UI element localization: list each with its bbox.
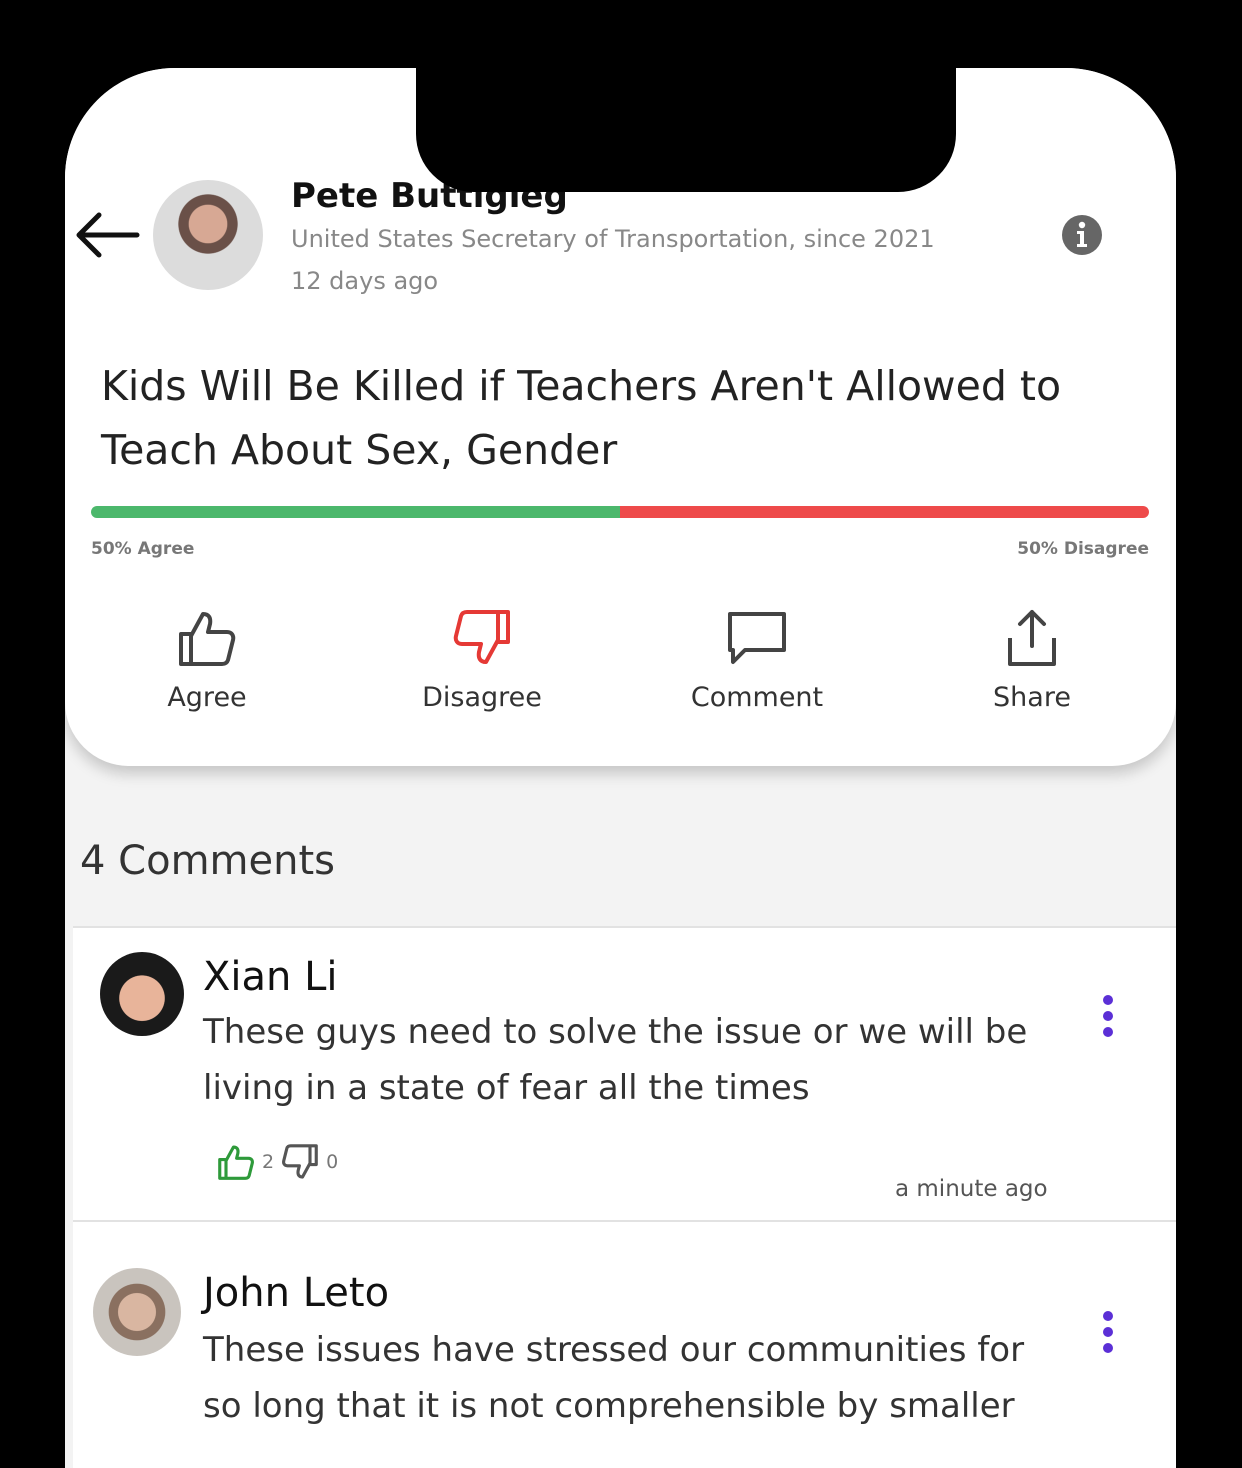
post-time: 12 days ago [291,267,439,295]
comment-item: Xian Li These guys need to solve the iss… [73,928,1176,1220]
comment-item: John Leto These issues have stressed our… [73,1222,1176,1468]
commenter-avatar[interactable] [93,1268,181,1356]
disagree-fill [620,506,1149,518]
post-headline: Kids Will Be Killed if Teachers Aren't A… [101,362,1062,474]
author-avatar[interactable] [153,180,263,290]
thumbs-down-icon[interactable] [280,1142,320,1182]
thumbs-down-icon [453,610,510,664]
dislike-count: 0 [326,1151,339,1173]
disagree-percent: 50% Disagree [1017,539,1149,559]
comment-text: These guys need to solve the issue or we… [203,1012,1028,1108]
info-icon[interactable] [1061,214,1103,256]
more-vertical-icon[interactable] [1101,994,1115,1038]
comment-button[interactable]: Comment [667,606,847,713]
comment-votes: 2 0 [216,1142,338,1182]
author-title: United States Secretary of Transportatio… [291,225,935,253]
commenter-name[interactable]: John Leto [203,1270,389,1316]
comments-count-title: 4 Comments [80,838,335,884]
back-arrow-icon[interactable] [71,210,141,260]
disagree-button[interactable]: Disagree [392,606,572,713]
commenter-avatar[interactable] [100,952,184,1036]
agree-fill [91,506,620,518]
share-label: Share [993,682,1071,713]
comment-text: These issues have stressed our communiti… [203,1330,1025,1426]
agree-label: Agree [167,682,247,713]
agree-button[interactable]: Agree [117,606,297,713]
more-vertical-icon[interactable] [1101,1310,1115,1354]
disagree-label: Disagree [422,682,542,713]
comment-time: a minute ago [895,1176,1048,1202]
thumbs-up-icon[interactable] [216,1142,256,1182]
share-button[interactable]: Share [942,606,1122,713]
like-count: 2 [262,1151,275,1173]
thumbs-up-icon [179,612,236,666]
comment-icon [728,612,786,664]
share-icon [1008,610,1056,666]
phone-frame: Pete Buttigieg United States Secretary o… [65,68,1176,1468]
comment-label: Comment [690,682,824,713]
agreement-bar [91,506,1149,518]
commenter-name[interactable]: Xian Li [203,954,338,1000]
agree-percent: 50% Agree [91,539,195,559]
phone-notch [416,68,956,192]
